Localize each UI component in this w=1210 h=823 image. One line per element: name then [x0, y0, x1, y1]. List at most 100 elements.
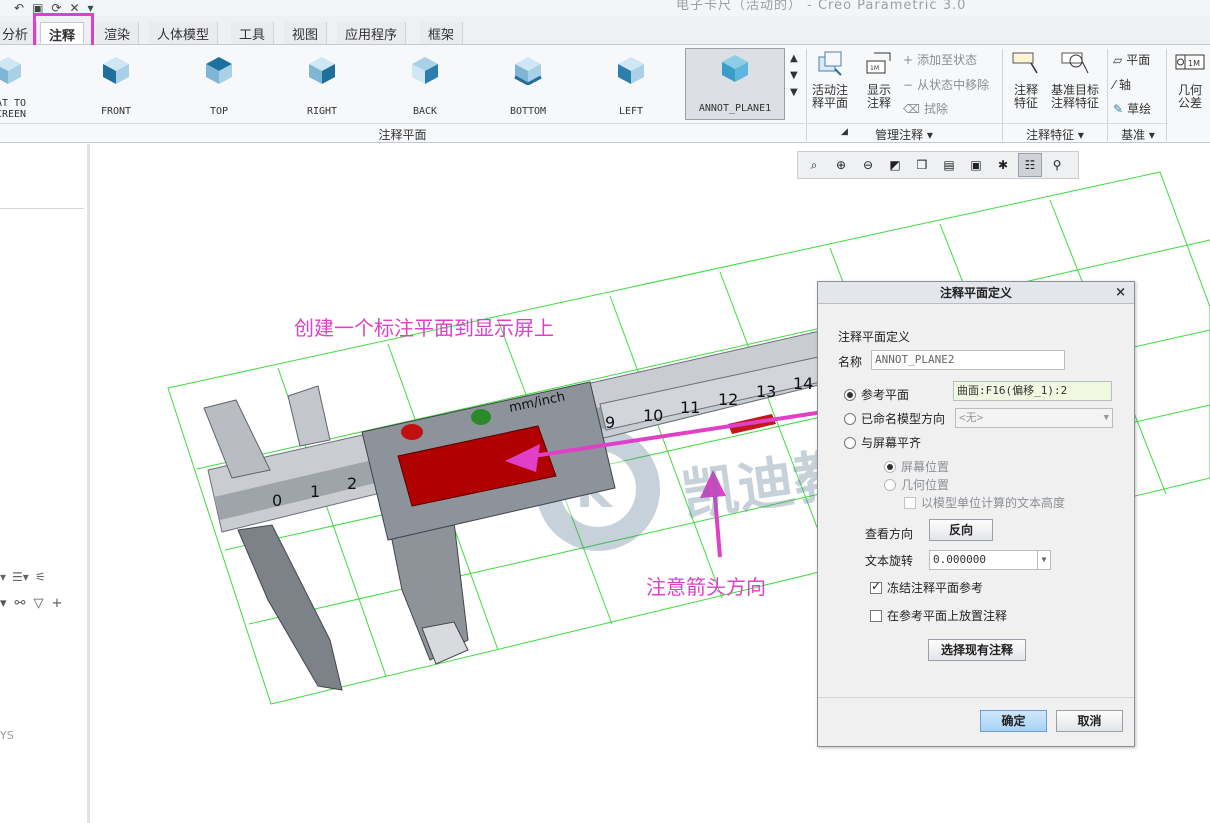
panel-divider — [0, 208, 84, 209]
align-screen-option[interactable]: 与屏幕平齐 — [844, 434, 921, 451]
named-direction-radio[interactable] — [844, 413, 856, 425]
ref-plane-option[interactable]: 参考平面 — [844, 386, 909, 403]
datum-target-button[interactable]: 基准目标 注释特征 — [1048, 49, 1102, 110]
view-front-button[interactable]: FRONT — [70, 51, 162, 121]
gallery-more-icon[interactable]: ▼ — [790, 87, 798, 98]
view-annot-plane1-button[interactable]: ANNOT_PLANE1 — [685, 48, 785, 120]
view-manager-icon[interactable]: ▣ — [964, 153, 988, 177]
model-units-option[interactable]: 以模型单位计算的文本高度 — [904, 494, 1065, 511]
view-bottom-button[interactable]: BOTTOM — [482, 51, 574, 121]
remove-from-state-button[interactable]: − 从状态中移除 — [903, 76, 989, 93]
refit-icon[interactable]: ⌕ — [802, 153, 826, 177]
repaint-icon[interactable]: ◩ — [883, 153, 907, 177]
sketch-button[interactable]: ✎ 草绘 — [1113, 100, 1151, 117]
chevron-down-icon[interactable]: ▼ — [1037, 551, 1050, 569]
add-icon: + — [903, 52, 914, 67]
show-annotation-icon: 1M — [866, 52, 891, 74]
model-units-checkbox[interactable] — [904, 497, 916, 509]
graphics-toolbar: ⌕ ⊕ ⊖ ◩ ❒ ▤ ▣ ✱ ☷ ⚲ — [797, 151, 1079, 179]
ribbon-separator — [1166, 49, 1167, 141]
binoculars-icon[interactable]: ⚯ — [15, 596, 26, 611]
tab-tools[interactable]: 工具 — [231, 22, 275, 44]
name-field[interactable]: ANNOT_PLANE2 — [871, 350, 1065, 370]
activate-annot-plane-button[interactable]: 活动注 释平面 — [810, 49, 850, 110]
scroll-down-icon[interactable]: ▼ — [790, 70, 798, 81]
ok-button[interactable]: 确定 — [980, 710, 1047, 732]
erase-button[interactable]: ⌫ 拭除 — [903, 100, 948, 117]
place-on-reference-option[interactable]: 在参考平面上放置注释 — [870, 607, 1007, 624]
show-annotation-button[interactable]: 1M 显示 注释 — [862, 49, 896, 110]
named-direction-select[interactable]: <无> ▼ — [955, 408, 1113, 428]
screen-position-label: 屏幕位置 — [901, 460, 950, 474]
model-units-label: 以模型单位计算的文本高度 — [921, 496, 1066, 510]
view-label: LAT TO SCREEN — [0, 98, 27, 120]
view-direction-label: 查看方向 — [865, 527, 914, 541]
geometry-position-radio[interactable] — [884, 479, 896, 491]
annot-plane-cube-icon — [722, 55, 748, 82]
group-annot-feature-label: 注释特征 — [1026, 128, 1075, 142]
saved-orientations-icon[interactable]: ▤ — [937, 153, 961, 177]
group-datum-label: 基准 — [1121, 128, 1146, 142]
model-tree-panel: ▾ ☰▾ ⚟ ▾ ⚯ ▽ + YS — [0, 144, 90, 823]
tree-settings-icon[interactable]: ⚟ — [35, 570, 46, 584]
ribbon-tab-bar: 分析 注释 渲染 人体模型 工具 视图 应用程序 框架 — [0, 16, 1210, 45]
tab-render[interactable]: 渲染 — [96, 22, 140, 44]
view-right-button[interactable]: RIGHT — [276, 51, 368, 121]
tab-analysis[interactable]: 分析 — [0, 22, 38, 44]
annot-feature-icon — [1012, 52, 1038, 74]
reverse-button[interactable]: 反向 — [929, 519, 993, 541]
scroll-up-icon[interactable]: ▲ — [790, 53, 798, 64]
cancel-button[interactable]: 取消 — [1056, 710, 1123, 732]
geometry-position-option[interactable]: 几何位置 — [884, 476, 949, 493]
dropdown-arrow-icon[interactable]: ▾ — [0, 596, 7, 611]
group-label-manage[interactable]: 管理注释 ▾ — [806, 123, 1002, 142]
chevron-down-icon: ▼ — [1103, 413, 1109, 423]
tab-view[interactable]: 视图 — [284, 22, 328, 44]
undo-icon[interactable]: ↶ — [14, 1, 24, 15]
view-top-button[interactable]: TOP — [173, 51, 265, 121]
dropdown-arrow-icon[interactable]: ▾ — [0, 570, 6, 584]
display-style-icon[interactable]: ❒ — [910, 153, 934, 177]
zoom-out-icon[interactable]: ⊖ — [856, 153, 880, 177]
filter-icon[interactable]: ▽ — [33, 596, 43, 611]
window-title: 电子卡尺（活动的） - Creo Parametric 3.0 — [676, 0, 967, 13]
datum-display-icon[interactable]: ✱ — [991, 153, 1015, 177]
datum-plane-button[interactable]: ▱ 平面 — [1113, 51, 1150, 68]
datum-target-icon — [1061, 52, 1089, 74]
add-to-state-button[interactable]: + 添加至状态 — [903, 51, 977, 68]
view-left-button[interactable]: LEFT — [585, 51, 677, 121]
datum-axis-button[interactable]: ⁄ 轴 — [1113, 76, 1131, 93]
spin-center-icon[interactable]: ⚲ — [1045, 153, 1069, 177]
main-scale-number: 0 — [272, 491, 282, 510]
screen-position-radio[interactable] — [884, 461, 896, 473]
list-icon[interactable]: ☰▾ — [12, 570, 29, 584]
group-label-annot-feature[interactable]: 注释特征 ▾ — [1003, 123, 1107, 142]
annot-feature-button[interactable]: 注释 特征 — [1008, 49, 1044, 110]
beam-scale-number: 10 — [643, 406, 663, 425]
close-icon[interactable]: × — [1115, 282, 1126, 304]
place-on-reference-checkbox[interactable] — [870, 610, 882, 622]
select-existing-annotation-button[interactable]: 选择现有注释 — [928, 639, 1026, 661]
freeze-reference-option[interactable]: 冻结注释平面参考 — [870, 579, 983, 596]
view-label: FRONT — [100, 106, 132, 117]
zoom-in-icon[interactable]: ⊕ — [829, 153, 853, 177]
screen-position-option[interactable]: 屏幕位置 — [884, 458, 949, 475]
tab-applications[interactable]: 应用程序 — [337, 22, 407, 44]
annotation-display-icon[interactable]: ☷ — [1018, 153, 1042, 177]
tab-framework[interactable]: 框架 — [420, 22, 464, 44]
svg-text:1M: 1M — [1188, 59, 1200, 68]
add-icon[interactable]: + — [51, 596, 62, 611]
gallery-scroll[interactable]: ▲ ▼ ▼ — [790, 53, 798, 98]
freeze-reference-checkbox[interactable] — [870, 579, 882, 594]
text-rotation-field[interactable]: 0.000000 ▼ — [929, 550, 1051, 570]
geometric-tolerance-button[interactable]: 1M 几何 公差 — [1170, 49, 1210, 110]
group-label-datum[interactable]: 基准 ▾ — [1108, 123, 1168, 142]
view-flat-to-screen-button[interactable]: LAT TO SCREEN — [0, 51, 54, 121]
view-back-button[interactable]: BACK — [379, 51, 471, 121]
tab-manikin[interactable]: 人体模型 — [149, 22, 219, 44]
ref-plane-collector[interactable]: 曲面:F16(偏移_1):2 — [953, 381, 1112, 401]
align-screen-radio[interactable] — [844, 437, 856, 449]
title-bar: ↶ ▣ ⟳ ✕ ▾ 电子卡尺（活动的） - Creo Parametric 3.… — [0, 0, 1210, 16]
named-direction-option[interactable]: 已命名模型方向 — [844, 410, 945, 427]
ref-plane-radio[interactable] — [844, 389, 856, 401]
